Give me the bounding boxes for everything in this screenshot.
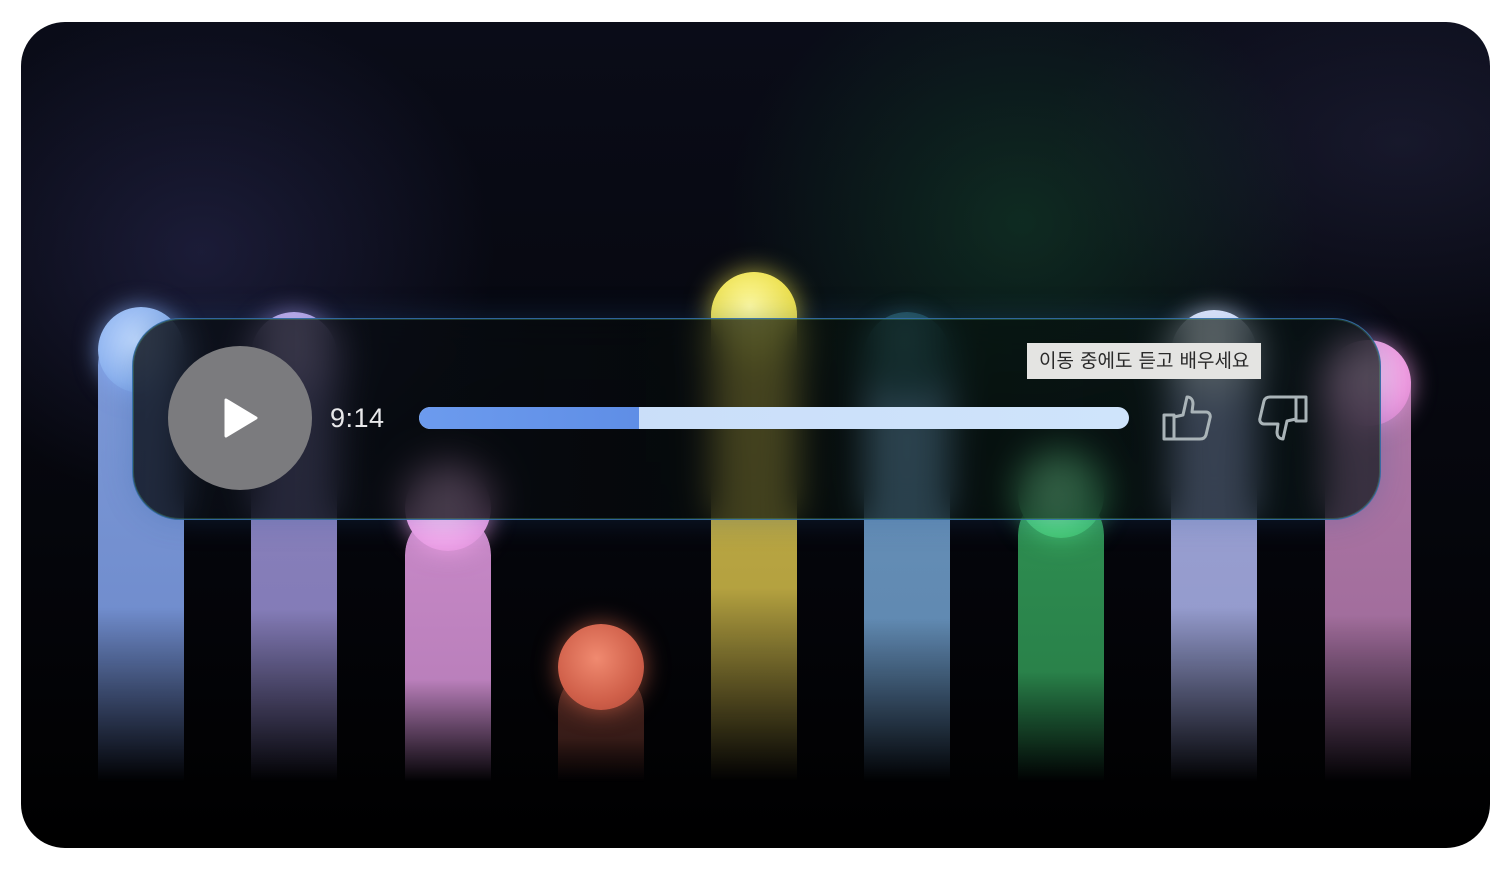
- play-icon: [220, 396, 260, 440]
- play-button[interactable]: [168, 346, 312, 490]
- dislike-button[interactable]: [1255, 390, 1311, 446]
- elapsed-time: 9:14: [330, 403, 385, 433]
- visual-bar-pink: [405, 512, 491, 782]
- thumbs-up-icon: [1161, 393, 1213, 443]
- thumbs-down-icon: [1257, 393, 1309, 443]
- visual-ball-red: [558, 624, 644, 710]
- audio-player: 9:14 이동 중에도 듣고 배우세요: [132, 318, 1381, 520]
- progress-bar[interactable]: [419, 407, 1129, 429]
- progress-fill: [419, 407, 640, 429]
- tooltip: 이동 중에도 듣고 배우세요: [1027, 343, 1262, 379]
- video-preview: 9:14 이동 중에도 듣고 배우세요: [21, 22, 1490, 848]
- like-button[interactable]: [1159, 390, 1215, 446]
